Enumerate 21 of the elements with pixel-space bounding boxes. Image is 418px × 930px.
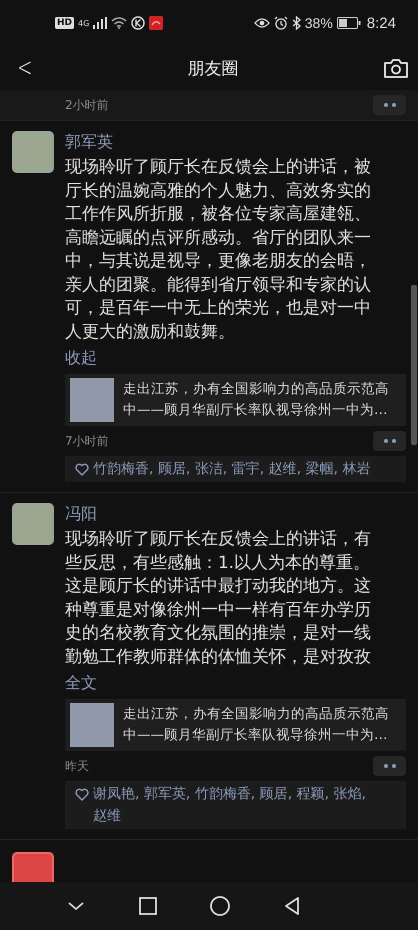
hd-badge: HD xyxy=(55,17,74,29)
liker-names: 谢凤艳, 郭军英, 竹韵梅香, 顾居, 程颖, 张焰, 赵维 xyxy=(93,785,367,826)
post-time: 2小时前 xyxy=(65,96,109,114)
link-title: 走出江苏，办有全国影响力的高品质示范高中——顾月华副厅长率队视导徐州一中为… xyxy=(123,380,390,420)
battery-percent: 38% xyxy=(304,15,333,31)
expand-link[interactable]: 全文 xyxy=(65,672,97,694)
page-title: 朋友圈 xyxy=(187,58,238,80)
post-text: 现场聆听了顾厅长在反馈会上的讲话，有些反思，有些感触：1.以人为本的尊重。这是顾厅长的讲话中最打动我的地方。这种尊重是对像徐州一中一样有百年办学历史的名校教育文化氛围的推崇，是对一线勤勉工作教师群体的体恤关怀，是对孜孜 xyxy=(65,527,372,668)
expand-link[interactable]: 收起 xyxy=(65,347,97,369)
clock-time: 8:24 xyxy=(366,14,396,32)
link-card[interactable]: 走出江苏，办有全国影响力的高品质示范高中——顾月华副厅长率队视导徐州一中为… xyxy=(65,699,406,751)
author-name[interactable]: 郭军英 xyxy=(65,131,406,153)
post-time: 昨天 xyxy=(65,758,89,774)
link-card[interactable]: 走出江苏，办有全国影响力的高品质示范高中——顾月华副厅长率队视导徐州一中为… xyxy=(65,374,406,426)
liker-names: 竹韵梅香, 顾居, 张洁, 雷宇, 赵维, 梁帼, 林岩 xyxy=(93,460,370,479)
post-time: 7小时前 xyxy=(65,432,109,450)
link-title: 走出江苏，办有全国影响力的高品质示范高中——顾月华副厅长率队视导徐州一中为… xyxy=(123,705,390,745)
post-text: 现场聆听了顾厅长在反馈会上的讲话，被厅长的温婉高雅的个人魅力、高效务实的工作作风所折服，被各位专家高屋建瓴、高瞻远瞩的点评所感动。省厅的团队来一中，与其说是视导，更像老朋友的会晤，亲人的团聚。能得到省厅领导和专家的认可，是百年一中无上的荣光，也是对一中人更大的激励和鼓舞。 xyxy=(65,155,372,342)
back-button[interactable]: < xyxy=(13,53,37,83)
author-name[interactable]: 冯阳 xyxy=(65,503,406,525)
network-type: 4G xyxy=(78,18,90,28)
